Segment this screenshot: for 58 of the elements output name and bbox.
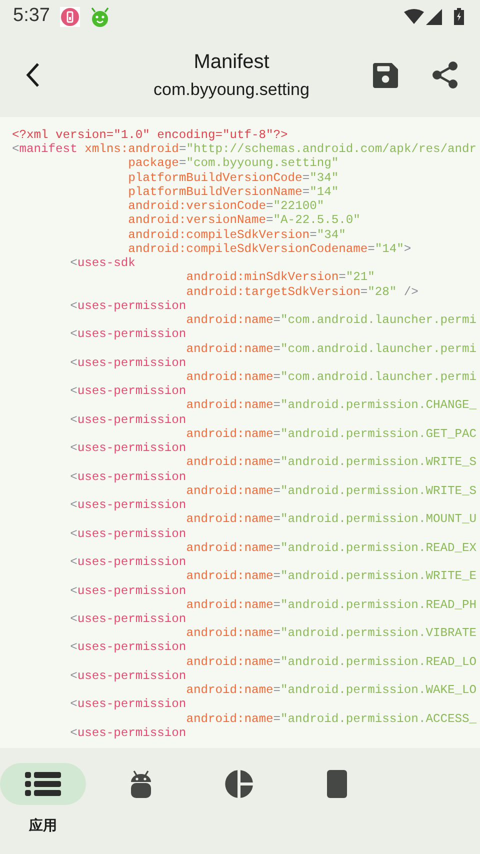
code-line: platformBuildVersionCode="34" bbox=[128, 170, 339, 185]
code-line: android:versionCode="22100" bbox=[128, 199, 324, 214]
code-line: android:targetSdkVersion="28" /> bbox=[186, 284, 418, 299]
code-line: android:name="android.permission.GET_PAC bbox=[186, 426, 476, 441]
back-icon bbox=[26, 62, 40, 88]
code-line: <uses-permission bbox=[70, 441, 186, 456]
android-icon bbox=[130, 770, 152, 798]
package-name: com.byyoung.setting bbox=[154, 80, 310, 100]
clock: 5:37 bbox=[13, 4, 50, 28]
code-line: android:compileSdkVersion="34" bbox=[128, 228, 346, 242]
code-line: android:name="android.permission.READ_EX bbox=[186, 540, 476, 555]
code-line: android:versionName="A-22.5.5.0" bbox=[128, 213, 360, 228]
code-line: android:name="com.android.launcher.permi bbox=[186, 342, 476, 356]
code-line: <uses-permission bbox=[70, 384, 186, 398]
pie-chart-icon bbox=[225, 770, 253, 798]
code-line: android:name="android.permission.ACCESS_ bbox=[186, 712, 476, 726]
code-line: android:name="android.permission.MOUNT_U bbox=[186, 512, 476, 526]
code-line: platformBuildVersionName="14" bbox=[128, 184, 339, 199]
code-line: <uses-sdk bbox=[70, 256, 136, 270]
code-line: <uses-permission bbox=[70, 640, 186, 654]
screen-title: Manifest bbox=[194, 50, 270, 74]
code-line: <uses-permission bbox=[70, 697, 186, 712]
code-line: android:name="android.permission.VIBRATE bbox=[186, 626, 476, 640]
code-line: <uses-permission bbox=[70, 584, 186, 598]
code-line: android:name="com.android.launcher.permi bbox=[186, 370, 476, 384]
code-line: package="com.byyoung.setting" bbox=[128, 156, 339, 170]
signal-icon bbox=[426, 8, 442, 24]
code-line: android:name="com.android.launcher.permi bbox=[186, 313, 476, 328]
code-line: <uses-permission bbox=[70, 668, 186, 683]
code-line: <uses-permission bbox=[70, 470, 186, 484]
code-line: android:name="android.permission.WRITE_S bbox=[186, 455, 476, 470]
code-line: <uses-permission bbox=[70, 327, 186, 342]
code-line: <uses-permission bbox=[70, 498, 186, 512]
document-icon bbox=[327, 770, 347, 798]
list-icon bbox=[25, 772, 61, 796]
battery-icon bbox=[454, 8, 464, 25]
wifi-icon bbox=[404, 8, 424, 24]
code-line: <uses-permission bbox=[70, 298, 186, 313]
code-line: android:minSdkVersion="21" bbox=[186, 270, 375, 284]
code-line: android:name="android.permission.READ_LO bbox=[186, 654, 476, 669]
code-line: android:name="android.permission.WAKE_LO bbox=[186, 683, 476, 698]
code-line: android:name="android.permission.WRITE_E bbox=[186, 569, 476, 584]
code-line: <manifest xmlns:android="http://schemas.android.com/apk/res/andr bbox=[12, 142, 477, 156]
robot-face-icon bbox=[88, 6, 111, 28]
code-line: <uses-permission bbox=[70, 356, 186, 370]
nav-tab[interactable]: 应用 bbox=[0, 763, 86, 854]
code-line: <uses-permission bbox=[70, 555, 186, 570]
code-line: android:name="android.permission.CHANGE_ bbox=[186, 398, 476, 412]
code-line: android:name="android.permission.WRITE_S bbox=[186, 484, 476, 498]
code-line: <uses-permission bbox=[70, 726, 186, 740]
code-line: <?xml version="1.0" encoding="utf-8"?> bbox=[12, 128, 288, 142]
code-line: android:compileSdkVersionCodename="14"> bbox=[128, 242, 412, 256]
code-line: <uses-permission bbox=[70, 412, 186, 427]
code-line: <uses-permission bbox=[70, 612, 186, 626]
share-icon bbox=[432, 61, 458, 89]
code-line: android:name="android.permission.READ_PH bbox=[186, 598, 476, 612]
battery-app-icon bbox=[60, 6, 80, 26]
code-line: <uses-permission bbox=[70, 526, 186, 541]
